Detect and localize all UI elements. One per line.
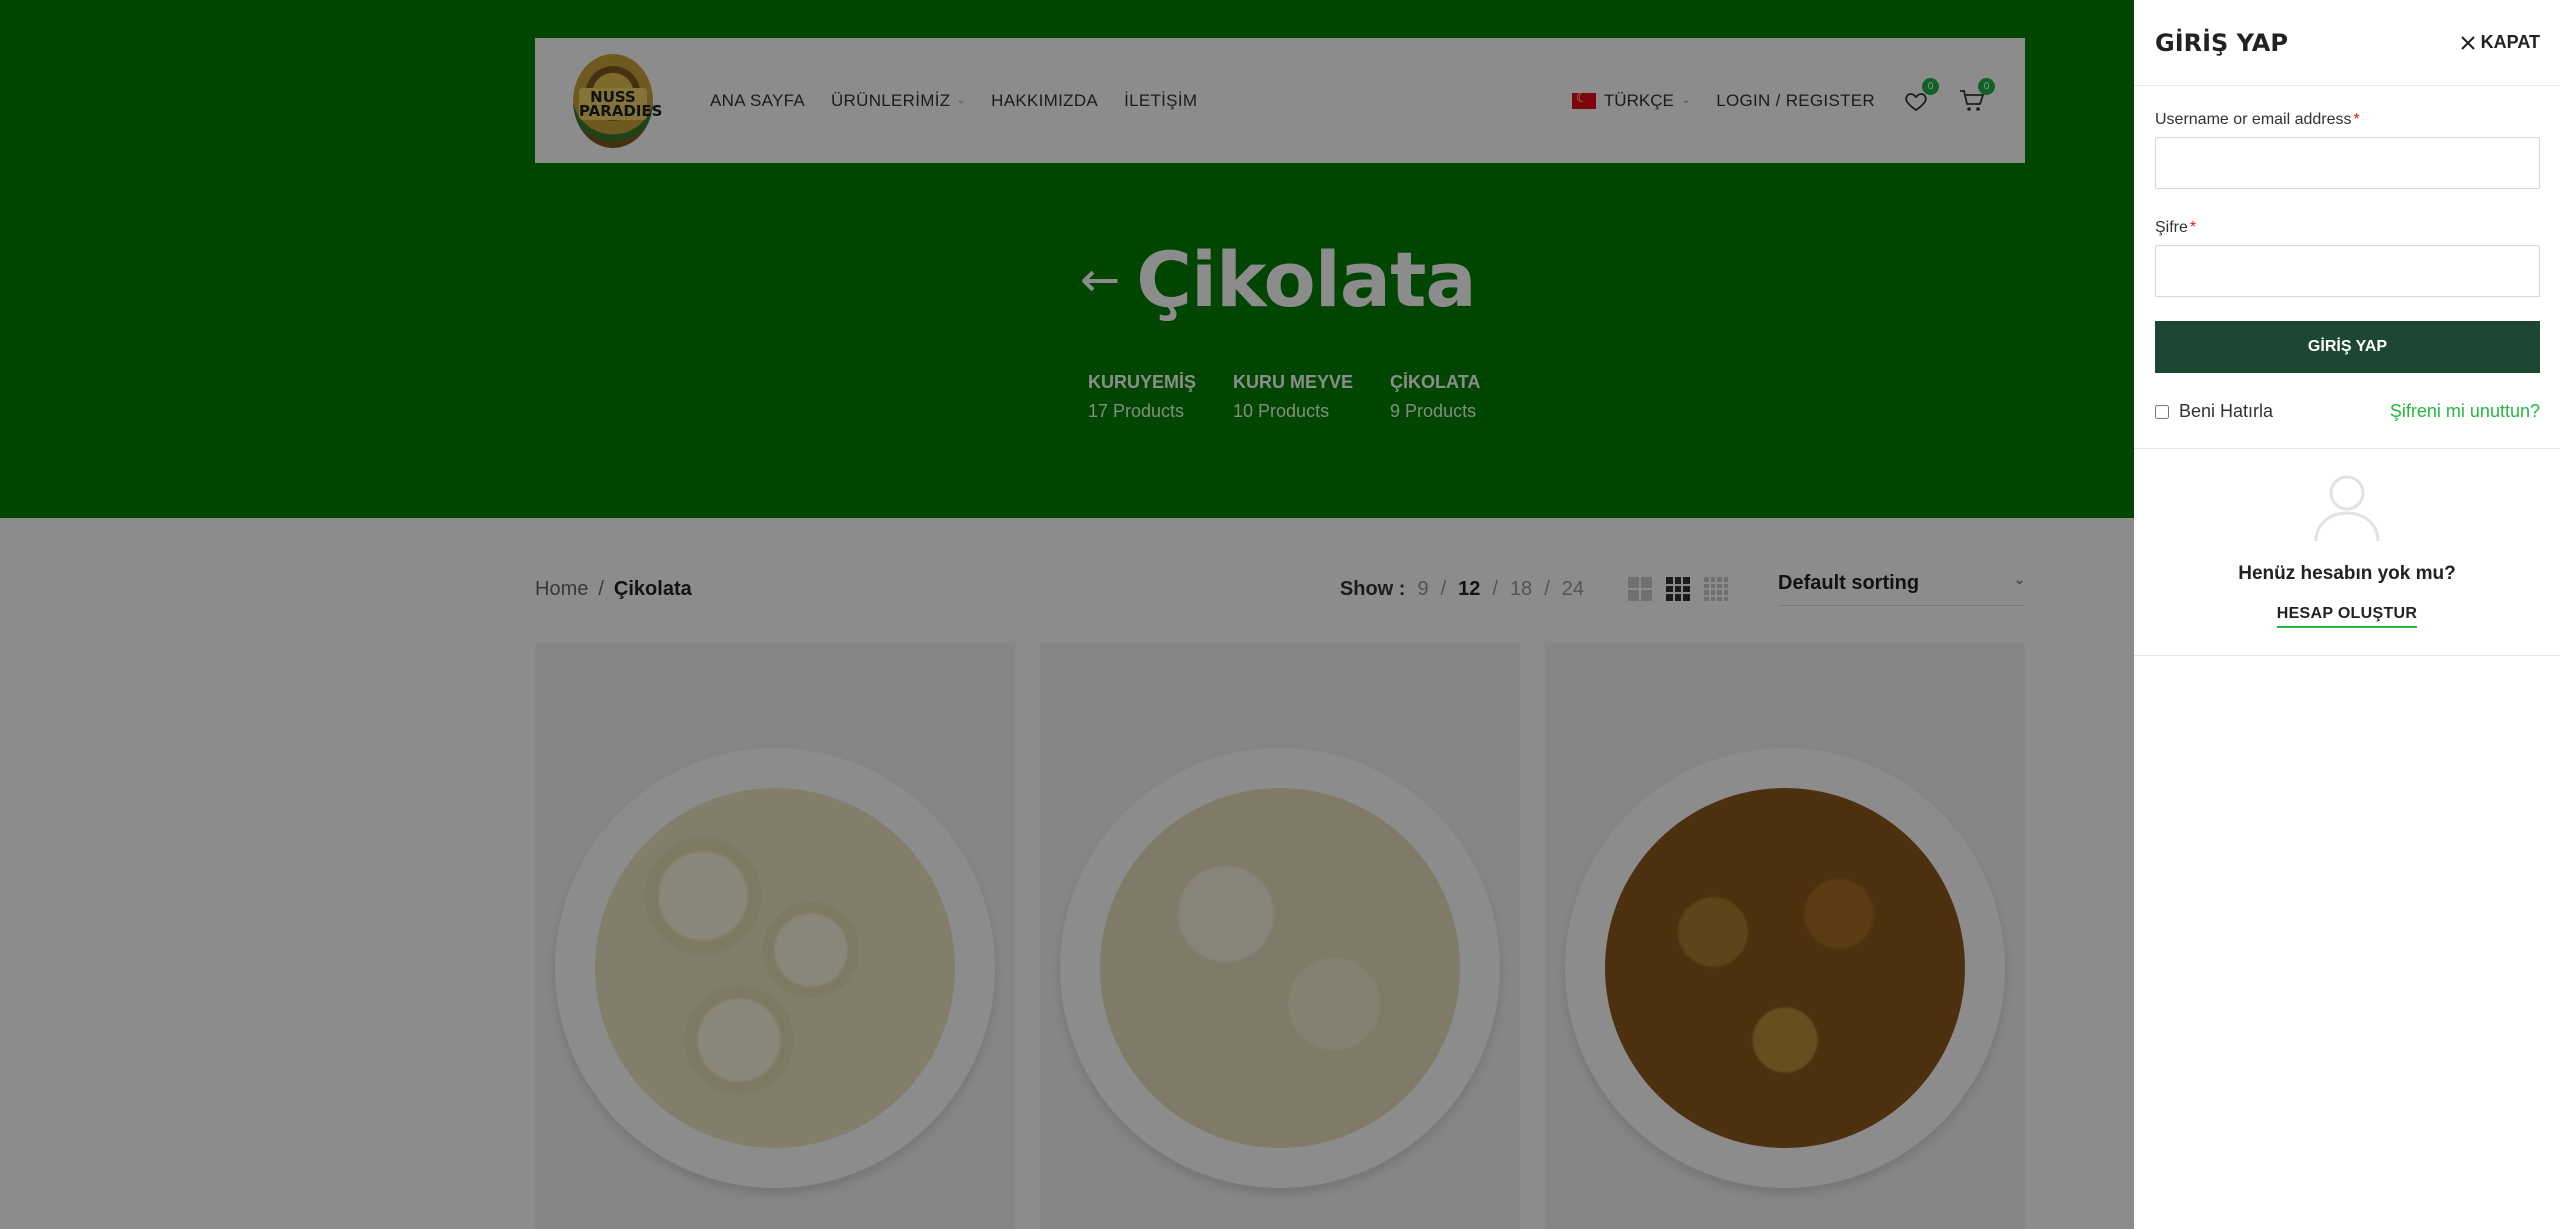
username-input[interactable] [2155, 137, 2540, 189]
remember-row: Beni Hatırla Şifreni mi unuttun? [2155, 401, 2540, 422]
login-submit-button[interactable]: GİRİŞ YAP [2155, 321, 2540, 373]
register-section: Henüz hesabın yok mu? HESAP OLUŞTUR [2134, 448, 2560, 656]
panel-title: GİRİŞ YAP [2155, 28, 2288, 57]
close-label: KAPAT [2480, 32, 2540, 52]
register-question: Henüz hesabın yok mu? [2238, 563, 2456, 584]
user-icon [2314, 475, 2380, 542]
create-account-link[interactable]: HESAP OLUŞTUR [2276, 605, 2418, 628]
username-label-text: Username or email address [2155, 111, 2352, 128]
remember-checkbox[interactable] [2155, 404, 2169, 419]
login-side-panel: GİRİŞ YAP KAPAT Username or email addres… [2134, 0, 2560, 1229]
remember-label: Beni Hatırla [2179, 401, 2274, 421]
password-label: Şifre * [2155, 219, 2540, 237]
close-icon [2460, 35, 2475, 50]
password-label-text: Şifre [2155, 219, 2188, 236]
panel-header: GİRİŞ YAP KAPAT [2134, 0, 2560, 86]
username-label: Username or email address * [2155, 111, 2540, 129]
login-form: Username or email address * Şifre * GİRİŞ … [2134, 86, 2560, 422]
required-mark: * [2189, 219, 2197, 236]
password-input[interactable] [2155, 245, 2540, 297]
required-mark: * [2353, 111, 2360, 128]
remember-me: Beni Hatırla [2155, 401, 2273, 422]
close-panel-button[interactable]: KAPAT [2460, 32, 2540, 53]
forgot-password-link[interactable]: Şifreni mi unuttun? [2390, 401, 2540, 422]
